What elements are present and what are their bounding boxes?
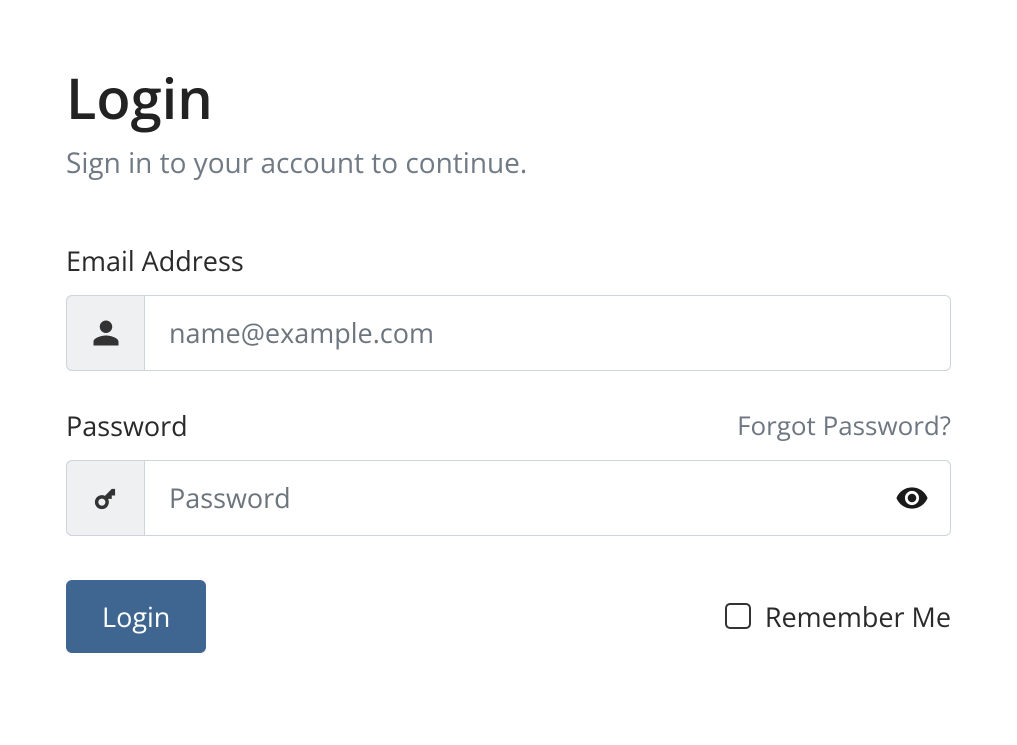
forgot-password-link[interactable]: Forgot Password? [737,407,951,443]
remember-checkbox[interactable] [725,603,751,629]
email-input[interactable] [144,295,951,371]
remember-me-wrapper: Remember Me [725,598,951,635]
eye-icon[interactable] [895,481,929,515]
page-subtitle: Sign in to your account to continue. [66,144,951,182]
email-group: Email Address [66,242,951,371]
user-icon [66,295,144,371]
page-title: Login [66,68,951,130]
email-label: Email Address [66,242,244,279]
password-group: Password Forgot Password? [66,407,951,536]
login-button[interactable]: Login [66,580,206,653]
password-input[interactable] [144,460,951,536]
key-icon [66,460,144,536]
password-label: Password [66,407,188,444]
remember-label[interactable]: Remember Me [765,598,951,635]
action-row: Login Remember Me [66,580,951,653]
